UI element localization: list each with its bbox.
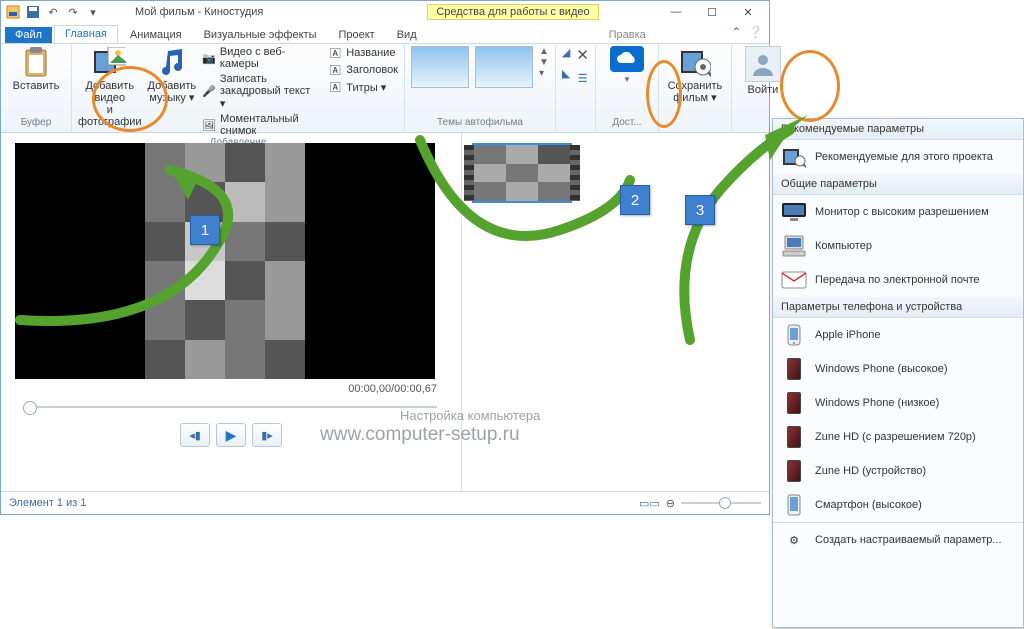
group-label-buffer: Буфер (7, 117, 65, 130)
app-window: ↶ ↷ ▾ Мой фильм - Киностудия Средства дл… (0, 0, 770, 515)
status-bar: Элемент 1 из 1 ▭▭ ⊖ (1, 491, 769, 514)
theme-scroll-down[interactable]: ▼ (539, 57, 549, 68)
smartphone-icon (781, 494, 807, 516)
paste-button[interactable]: Вставить (7, 46, 65, 92)
save-movie-icon (781, 146, 807, 168)
microphone-icon: 🎤 (202, 85, 216, 99)
app-icon[interactable] (5, 4, 21, 20)
menu-item-recommended-project[interactable]: Рекомендуемые для этого проекта (773, 140, 1023, 174)
user-icon (745, 46, 781, 82)
phone-icon (787, 460, 801, 482)
contextual-tab-title: Средства для работы с видео (427, 4, 598, 20)
select-all-icon[interactable]: ☰ (578, 72, 588, 85)
sign-in-button[interactable]: Войти (738, 46, 788, 96)
monitor-icon (781, 201, 807, 223)
menu-item-email[interactable]: Передача по электронной почте (773, 263, 1023, 297)
phone-icon (787, 392, 801, 414)
maximize-button[interactable]: ☐ (695, 2, 729, 22)
rotate-left-icon[interactable]: ◢ (562, 46, 570, 59)
record-narration-button[interactable]: 🎤Записать закадровый текст ▾ (202, 73, 318, 110)
webcam-icon: 📷 (202, 51, 216, 65)
redo-icon[interactable]: ↷ (65, 4, 81, 20)
ribbon-tabs: Файл Главная Анимация Визуальные эффекты… (1, 23, 769, 44)
tab-file[interactable]: Файл (5, 27, 52, 43)
phone-icon (787, 426, 801, 448)
clipboard-icon (20, 46, 52, 78)
ribbon-collapse[interactable]: ⌃ ❔ (731, 25, 763, 39)
prev-frame-button[interactable]: ◂▮ (180, 423, 210, 447)
automovie-theme-2[interactable] (475, 46, 533, 88)
menu-item-custom-setting[interactable]: ⚙ Создать настраиваемый параметр... (773, 522, 1023, 557)
save-movie-menu: Рекомендуемые параметры Рекомендуемые дл… (772, 118, 1024, 628)
theme-scroll-up[interactable]: ▲ (539, 46, 549, 57)
status-text: Элемент 1 из 1 (9, 497, 86, 509)
tab-project[interactable]: Проект (328, 27, 384, 43)
phone-icon (787, 358, 801, 380)
menu-item-iphone[interactable]: Apple iPhone (773, 318, 1023, 352)
rotate-right-icon[interactable]: ◣ (562, 67, 570, 80)
snapshot-icon: 🖼 (202, 118, 216, 132)
menu-header-phone: Параметры телефона и устройства (773, 297, 1023, 318)
close-button[interactable]: ✕ (731, 2, 765, 22)
menu-item-zune[interactable]: Zune HD (устройство) (773, 454, 1023, 488)
zoom-out-button[interactable]: ⊖ (666, 497, 675, 510)
save-movie-icon (679, 46, 711, 78)
undo-icon[interactable]: ↶ (45, 4, 61, 20)
tab-home[interactable]: Главная (54, 25, 118, 43)
tab-animation[interactable]: Анимация (120, 27, 192, 43)
caption-icon: 🄰 (328, 63, 342, 77)
iphone-icon (781, 324, 807, 346)
credits-button[interactable]: 🄰Титры ▾ (328, 80, 398, 94)
timecode: 00:00,00/00:00,67 (15, 379, 447, 395)
credits-icon: 🄰 (328, 80, 342, 94)
preview-pane: 00:00,00/00:00,67 ◂▮ ▶ ▮▸ (1, 133, 461, 492)
menu-header-common: Общие параметры (773, 174, 1023, 195)
tab-visual-effects[interactable]: Визуальные эффекты (194, 27, 327, 43)
group-label-share: Дост... (602, 117, 652, 130)
computer-icon (781, 235, 807, 257)
menu-item-zune-720p[interactable]: Zune HD (с разрешением 720p) (773, 420, 1023, 454)
film-picture-icon (94, 46, 126, 78)
qat-dropdown-icon[interactable]: ▾ (85, 4, 101, 20)
save-movie-button[interactable]: Сохранить фильм ▾ (665, 46, 725, 104)
menu-item-wp-low[interactable]: Windows Phone (низкое) (773, 386, 1023, 420)
delete-icon[interactable]: ✕ (576, 46, 589, 64)
automovie-theme-1[interactable] (411, 46, 469, 88)
email-icon (781, 269, 807, 291)
gear-icon: ⚙ (781, 529, 807, 551)
window-title: Мой фильм - Киностудия (135, 6, 263, 18)
menu-header-recommended: Рекомендуемые параметры (773, 119, 1023, 140)
quick-access-toolbar: ↶ ↷ ▾ (5, 4, 101, 20)
theme-expand[interactable]: ▾ (539, 68, 549, 79)
titlebar: ↶ ↷ ▾ Мой фильм - Киностудия Средства дл… (1, 1, 769, 23)
title-icon: 🄰 (328, 46, 342, 60)
tab-view[interactable]: Вид (387, 27, 427, 43)
webcam-video-button[interactable]: 📷Видео с веб-камеры (202, 46, 318, 70)
menu-item-wp-high[interactable]: Windows Phone (высокое) (773, 352, 1023, 386)
timeline-clip[interactable] (472, 143, 572, 203)
zoom-slider[interactable] (681, 502, 761, 504)
seek-slider[interactable] (15, 401, 447, 413)
title-button[interactable]: 🄰Название (328, 46, 398, 60)
music-note-icon (156, 46, 188, 78)
tab-edit[interactable]: Правка (599, 27, 656, 43)
next-frame-button[interactable]: ▮▸ (252, 423, 282, 447)
save-icon[interactable] (25, 4, 41, 20)
timeline-pane[interactable] (461, 133, 769, 492)
cloud-icon (610, 46, 644, 72)
ribbon: Вставить Буфер Добавить видео и фотограф… (1, 44, 769, 133)
menu-item-hd-monitor[interactable]: Монитор с высоким разрешением (773, 195, 1023, 229)
minimize-button[interactable]: — (659, 2, 693, 22)
menu-item-smartphone[interactable]: Смартфон (высокое) (773, 488, 1023, 522)
add-video-photo-button[interactable]: Добавить видео и фотографии (78, 46, 142, 128)
preview-canvas (15, 143, 435, 379)
menu-item-computer[interactable]: Компьютер (773, 229, 1023, 263)
view-toggle-icon[interactable]: ▭▭ (639, 497, 660, 510)
onedrive-button[interactable]: ▾ (602, 46, 652, 85)
add-music-button[interactable]: Добавить музыку ▾ (148, 46, 197, 104)
caption-button[interactable]: 🄰Заголовок (328, 63, 398, 77)
group-label-themes: Темы автофильма (411, 117, 549, 130)
play-button[interactable]: ▶ (216, 423, 246, 447)
